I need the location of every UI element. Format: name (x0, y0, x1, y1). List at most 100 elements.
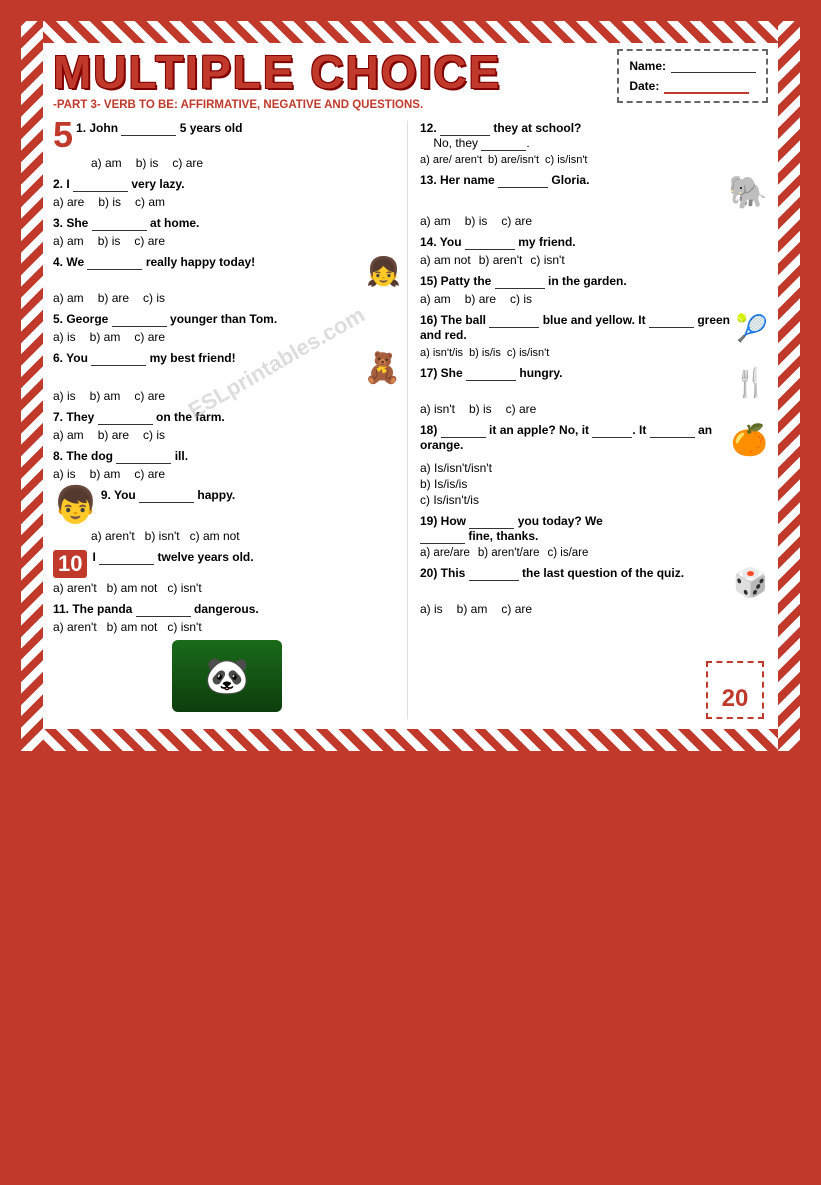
bottom-border (21, 729, 800, 751)
question-2: 2. I very lazy. a) are b) is c) am (53, 177, 401, 209)
question-10: 10 I twelve years old. a) aren't b) am n… (53, 550, 401, 595)
q18-opt-a: a) Is/isn't/isn't (420, 461, 768, 475)
q17-opt-c: c) are (506, 402, 537, 416)
name-label: Name: (629, 59, 666, 73)
q14-opt-c: c) isn't (530, 253, 564, 267)
q13-elephant-deco: 🐘 (728, 173, 768, 211)
q1-opt-c: c) are (172, 156, 203, 170)
question-11: 11. The panda dangerous. a) aren't b) am… (53, 602, 401, 712)
title-block: MULTIPLE CHOICE (53, 49, 593, 95)
q4-opt-c: c) is (143, 291, 165, 305)
question-7: 7. They on the farm. a) am b) are c) is (53, 410, 401, 442)
q13-opt-b: b) is (465, 214, 488, 228)
q17-opt-a: a) isn't (420, 402, 455, 416)
q7-opt-b: b) are (98, 428, 129, 442)
question-12: 12. they at school? No, they . a) are/ a… (420, 121, 768, 166)
q1-opt-a: a) am (91, 156, 122, 170)
q12-opt-c: c) is/isn't (545, 154, 587, 166)
question-8: 8. The dog ill. a) is b) am c) are (53, 449, 401, 481)
q10-icon: 10 (53, 550, 87, 578)
main-columns: 5 1. John 5 years old a) am b) is c) are (53, 121, 768, 719)
q1-icon: 5 (53, 117, 73, 153)
q3-opt-b: b) is (98, 234, 121, 248)
q7-opt-a: a) am (53, 428, 84, 442)
question-6: 6. You my best friend! 🧸 a) is b) am c) … (53, 351, 401, 403)
q14-opt-b: b) aren't (479, 253, 523, 267)
q1-opt-b: b) is (136, 156, 159, 170)
q9-boy-deco: 👦 (53, 484, 98, 526)
q16-ball-deco: 🎾 (736, 313, 768, 344)
question-13: 13. Her name Gloria. 🐘 a) am b) is c) ar… (420, 173, 768, 228)
name-underline (671, 58, 756, 73)
question-20: 20) This the last question of the quiz. … (420, 566, 768, 616)
q9-opt-b: b) isn't (145, 529, 180, 543)
q16-opt-b: b) is/is (469, 347, 501, 359)
right-border (778, 21, 800, 751)
q14-opt-a: a) am not (420, 253, 471, 267)
q13-opt-c: c) are (501, 214, 532, 228)
score-value: 20 (722, 685, 749, 713)
question-14: 14. You my friend. a) am not b) aren't c… (420, 235, 768, 267)
left-column: 5 1. John 5 years old a) am b) is c) are (53, 121, 408, 719)
q10-opt-c: c) isn't (167, 581, 201, 595)
q11-opt-b: b) am not (107, 620, 158, 634)
q15-opt-b: b) are (465, 292, 496, 306)
q8-opt-c: c) are (134, 467, 165, 481)
question-9: 👦 9. You happy. a) aren't b) isn't c) am… (53, 488, 401, 543)
question-5: 5. George younger than Tom. a) is b) am … (53, 312, 401, 344)
q12-opt-b: b) are/isn't (488, 154, 539, 166)
q12-opt-a: a) are/ aren't (420, 154, 482, 166)
question-1: 5 1. John 5 years old a) am b) is c) are (53, 121, 401, 170)
q11-opt-c: c) isn't (167, 620, 201, 634)
q4-opt-a: a) am (53, 291, 84, 305)
q19-opt-a: a) are/are (420, 547, 470, 559)
q17-opt-b: b) is (469, 402, 492, 416)
q7-opt-c: c) is (143, 428, 165, 442)
q6-opt-a: a) is (53, 389, 76, 403)
q15-opt-a: a) am (420, 292, 451, 306)
date-label: Date: (629, 79, 659, 93)
q8-opt-a: a) is (53, 467, 76, 481)
q18-orange-deco: 🍊 (731, 423, 768, 458)
q16-opt-c: c) is/isn't (507, 347, 549, 359)
q20-opt-a: a) is (420, 602, 443, 616)
q2-opt-c: c) am (135, 195, 165, 209)
q17-deco: 🍴 (733, 366, 768, 399)
right-column: 12. they at school? No, they . a) are/ a… (416, 121, 768, 719)
q20-opt-b: b) am (457, 602, 488, 616)
q11-opt-a: a) aren't (53, 620, 97, 634)
q1-text: 1. John 5 years old (76, 121, 242, 136)
q16-opt-a: a) isn't/is (420, 347, 463, 359)
q18-opt-c: c) Is/isn't/is (420, 493, 768, 507)
q3-opt-a: a) am (53, 234, 84, 248)
q20-opt-c: c) are (501, 602, 532, 616)
name-date-box: Name: Date: (617, 49, 768, 103)
panda-image: 🐼 (172, 640, 282, 712)
question-18: 18) it an apple? No, it . It an orange. … (420, 423, 768, 507)
score-box: 20 (706, 661, 764, 719)
question-15: 15) Patty the in the garden. a) am b) ar… (420, 274, 768, 306)
q6-opt-b: b) am (90, 389, 121, 403)
q5-opt-b: b) am (90, 330, 121, 344)
q15-opt-c: c) is (510, 292, 532, 306)
q19-opt-b: b) aren't/are (478, 547, 540, 559)
q6-opt-c: c) are (134, 389, 165, 403)
q4-opt-b: b) are (98, 291, 129, 305)
q5-opt-a: a) is (53, 330, 76, 344)
q20-deco: 🎲 (733, 566, 768, 599)
q19-opt-c: c) is/are (548, 547, 589, 559)
question-4: 4. We really happy today! 👧 a) am b) are… (53, 255, 401, 305)
q10-opt-b: b) am not (107, 581, 158, 595)
top-border (21, 21, 800, 43)
question-16: 16) The ball blue and yellow. It green a… (420, 313, 768, 359)
q4-deco: 👧 (366, 255, 401, 288)
question-19: 19) How you today? We fine, thanks. a) a… (420, 514, 768, 559)
q2-opt-a: a) are (53, 195, 84, 209)
q8-opt-b: b) am (90, 467, 121, 481)
date-underline (664, 78, 749, 94)
left-border (21, 21, 43, 751)
question-3: 3. She at home. a) am b) is c) are (53, 216, 401, 248)
q6-deco: 🧸 (364, 351, 401, 386)
q18-opt-b: b) Is/is/is (420, 477, 768, 491)
q9-opt-a: a) aren't (91, 529, 135, 543)
